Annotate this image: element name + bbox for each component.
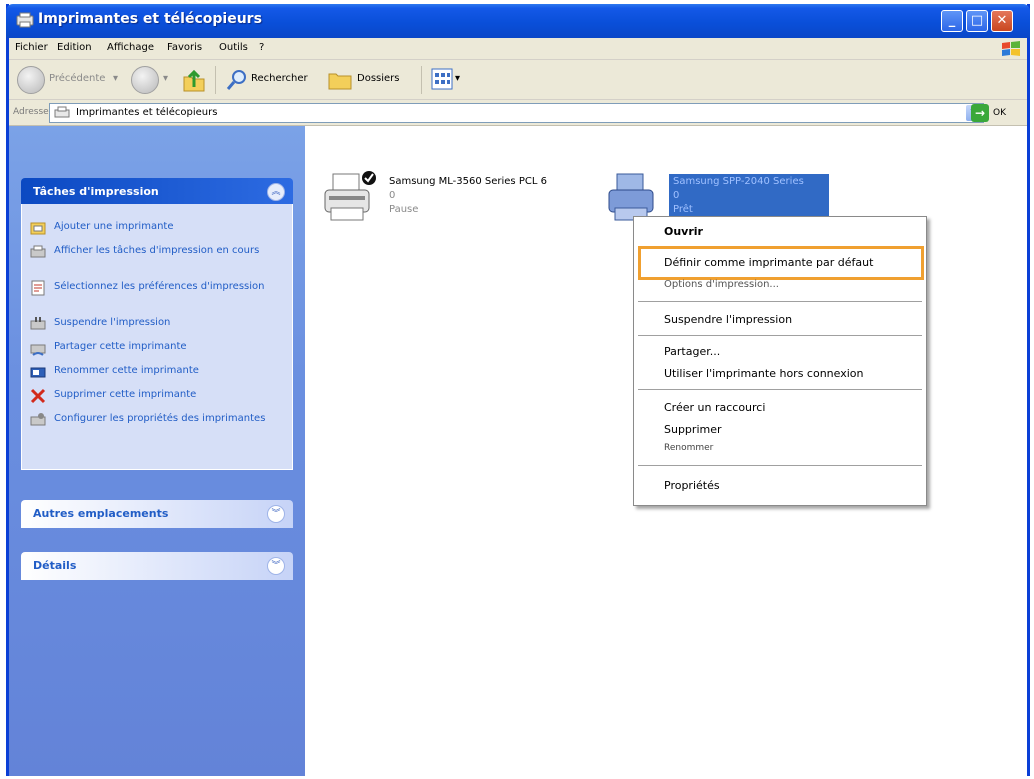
task-pane: Tâches d'impression ︽ Ajouter une imprim…	[9, 126, 305, 776]
search-icon[interactable]	[225, 68, 249, 92]
printer-name: Samsung ML-3560 Series PCL 6	[389, 176, 547, 187]
menu-pause[interactable]: Suspendre l'impression	[664, 313, 792, 326]
menu-help[interactable]: ?	[259, 42, 264, 53]
chevron-down-icon[interactable]: ︾	[267, 557, 285, 575]
menu-set-default[interactable]: Définir comme imprimante par défaut	[664, 256, 873, 269]
printer-status: Prêt	[673, 204, 693, 215]
add-printer-icon	[30, 222, 46, 235]
preferences-icon	[31, 280, 45, 296]
details-header[interactable]: Détails ︾	[21, 552, 293, 580]
chevron-up-icon[interactable]: ︽	[267, 183, 285, 201]
menu-create-shortcut[interactable]: Créer un raccourci	[664, 401, 765, 414]
back-dropdown-icon[interactable]: ▾	[113, 73, 118, 84]
properties-icon	[30, 413, 46, 426]
printing-tasks-title: Tâches d'impression	[33, 185, 159, 198]
window-title: Imprimantes et télécopieurs	[38, 11, 262, 27]
delete-icon	[30, 388, 46, 404]
menu-separator	[638, 465, 922, 466]
address-bar: Adresse Imprimantes et télécopieurs ▼ → …	[9, 100, 1027, 126]
menu-file[interactable]: Fichier	[15, 42, 48, 53]
back-arrow-icon[interactable]	[17, 66, 45, 94]
menu-properties[interactable]: Propriétés	[664, 479, 720, 492]
context-menu: Ouvrir Définir comme imprimante par défa…	[633, 216, 927, 506]
menu-delete[interactable]: Supprimer	[664, 423, 722, 436]
windows-logo-icon	[1002, 41, 1020, 56]
menu-favorites[interactable]: Favoris	[167, 42, 202, 53]
other-places-title: Autres emplacements	[33, 507, 169, 520]
folders-icon[interactable]	[327, 68, 353, 92]
views-dropdown-icon[interactable]: ▾	[455, 73, 460, 84]
toolbar-separator	[421, 66, 422, 94]
rename-icon	[30, 367, 46, 378]
details-title: Détails	[33, 559, 77, 572]
toolbar-separator	[215, 66, 216, 94]
menu-use-offline[interactable]: Utiliser l'imprimante hors connexion	[664, 367, 863, 380]
other-places-header[interactable]: Autres emplacements ︾	[21, 500, 293, 528]
print-queue-icon	[30, 245, 46, 258]
menu-print-options[interactable]: Options d'impression...	[664, 279, 779, 290]
pause-printer-icon	[30, 317, 46, 330]
menu-share[interactable]: Partager...	[664, 345, 720, 358]
address-label: Adresse	[13, 107, 49, 117]
menu-bar: Fichier Edition Affichage Favoris Outils…	[9, 38, 1027, 60]
title-bar[interactable]: Imprimantes et télécopieurs _ □ ✕	[6, 4, 1030, 38]
explorer-window: Imprimantes et télécopieurs _ □ ✕ Fichie…	[6, 4, 1030, 776]
printer-icon	[324, 171, 376, 221]
printer-status: Pause	[389, 204, 419, 215]
menu-rename[interactable]: Renommer	[664, 443, 713, 453]
toolbar: Précédente ▾ ▾ Rechercher Dossiers ▾	[9, 60, 1027, 100]
menu-separator	[638, 301, 922, 302]
printer-folder-icon	[16, 12, 34, 28]
views-icon[interactable]	[431, 68, 453, 90]
back-button-label[interactable]: Précédente	[49, 73, 105, 84]
menu-edit[interactable]: Edition	[57, 42, 92, 53]
printer-job-count: 0	[673, 190, 680, 201]
menu-view[interactable]: Affichage	[107, 42, 154, 53]
share-printer-icon	[30, 344, 46, 356]
go-arrow-icon[interactable]: →	[971, 104, 989, 122]
menu-tools[interactable]: Outils	[219, 42, 248, 53]
address-input[interactable]: Imprimantes et télécopieurs ▼	[49, 103, 984, 123]
forward-arrow-icon[interactable]	[131, 66, 159, 94]
go-button-label[interactable]: OK	[993, 108, 1006, 118]
address-value: Imprimantes et télécopieurs	[76, 107, 218, 118]
maximize-button[interactable]: □	[966, 10, 988, 32]
selection-highlight: Samsung SPP-2040 Series 0 Prêt	[669, 174, 829, 218]
chevron-down-icon[interactable]: ︾	[267, 505, 285, 523]
printer-name: Samsung SPP-2040 Series	[673, 176, 804, 187]
printing-tasks-header[interactable]: Tâches d'impression ︽	[21, 178, 293, 206]
search-button-label[interactable]: Rechercher	[251, 73, 308, 84]
menu-open[interactable]: Ouvrir	[664, 225, 703, 238]
folders-button-label[interactable]: Dossiers	[357, 73, 400, 84]
up-folder-icon[interactable]	[181, 68, 207, 94]
forward-dropdown-icon[interactable]: ▾	[163, 73, 168, 84]
close-button[interactable]: ✕	[991, 10, 1013, 32]
menu-separator	[638, 335, 922, 336]
printer-job-count: 0	[389, 190, 396, 201]
printer-folder-icon	[54, 106, 70, 118]
menu-separator	[638, 389, 922, 390]
minimize-button[interactable]: _	[941, 10, 963, 32]
printing-tasks-panel: Ajouter une imprimante Afficher les tâch…	[21, 204, 293, 470]
